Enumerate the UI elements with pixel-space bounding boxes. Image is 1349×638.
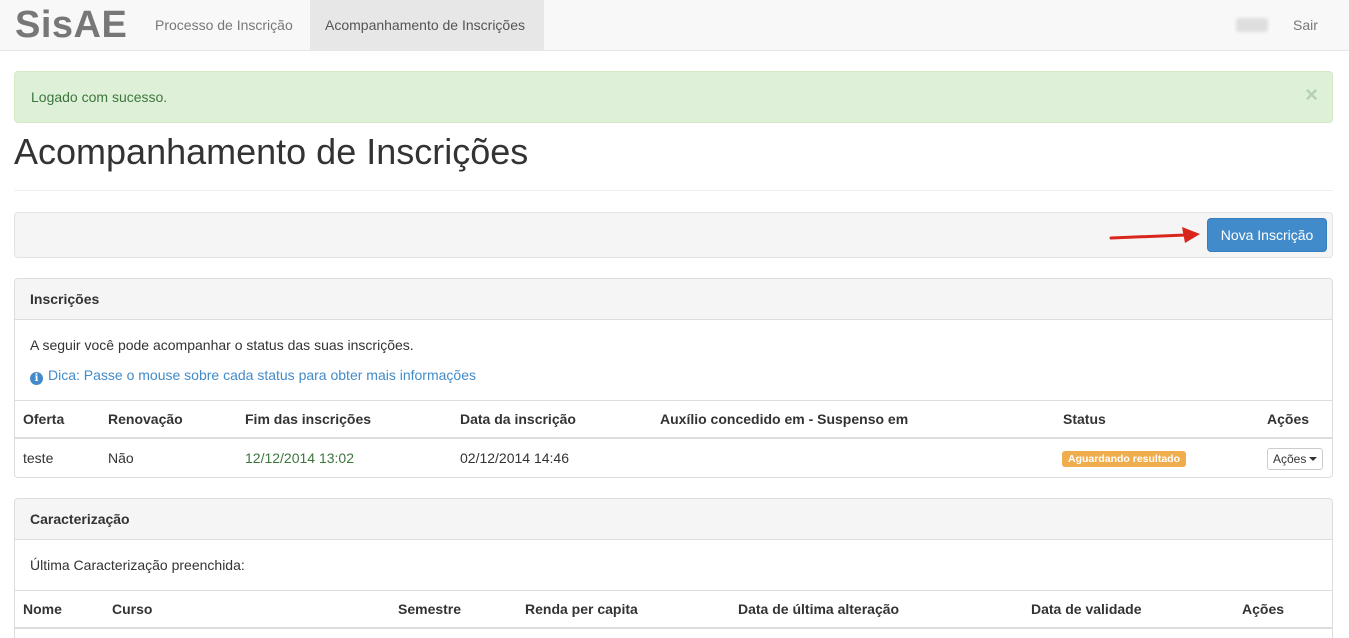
panel-caracterizacao: Caracterização Última Caracterização pre… [14,498,1333,638]
close-icon[interactable]: × [1305,84,1318,106]
page-header-divider [14,190,1333,191]
table-top-border [15,590,1332,591]
col-oferta: Oferta [23,411,65,427]
actions-dropdown-label: Ações [1273,452,1307,466]
logout-link[interactable]: Sair [1278,0,1333,50]
col-acoes: Ações [1242,601,1285,617]
red-arrow-icon [1109,227,1200,243]
col-data-ultima-alteracao: Data de última alteração [738,601,900,617]
cell-fim-inscricoes: 12/12/2014 13:02 [245,450,354,466]
col-renda-per-capita: Renda per capita [525,601,638,617]
info-icon: i [30,372,43,385]
actions-dropdown-button[interactable]: Ações [1267,448,1324,470]
inscricoes-tip: i Dica: Passe o mouse sobre cada status p… [30,367,476,385]
panel-heading-inscricoes: Inscrições [15,279,1332,320]
alert-message: Logado com sucesso. [31,89,168,105]
col-data-validade: Data de validade [1031,601,1142,617]
col-fim-inscricoes: Fim das inscrições [245,411,372,427]
user-name-blurred [1236,18,1268,32]
panel-heading-caracterizacao: Caracterização [15,499,1332,540]
caracterizacao-description: Última Caracterização preenchida: [30,557,245,573]
status-badge[interactable]: Aguardando resultado [1062,451,1187,467]
brand-logo[interactable]: SisAE [15,4,127,47]
caret-down-icon [1309,457,1318,461]
nav-processo-inscricao[interactable]: Processo de Inscrição [140,0,308,50]
table-header-border [15,627,1332,629]
success-alert: Logado com sucesso. × [14,71,1333,123]
cell-data-inscricao: 02/12/2014 14:46 [460,450,569,466]
table-top-border [15,400,1332,401]
col-renovacao: Renovação [108,411,183,427]
col-data-inscricao: Data da inscrição [460,411,576,427]
inscricoes-description: A seguir você pode acompanhar o status d… [30,337,414,353]
col-nome: Nome [23,601,62,617]
col-acoes: Ações [1267,411,1310,427]
tip-text: Dica: Passe o mouse sobre cada status pa… [48,367,476,383]
col-curso: Curso [112,601,153,617]
nav-acompanhamento-inscricoes[interactable]: Acompanhamento de Inscrições [310,0,544,50]
col-semestre: Semestre [398,601,462,617]
navbar: SisAE Processo de Inscrição Acompanhamen… [0,0,1349,51]
col-auxilio: Auxílio concedido em - Suspenso em [660,411,909,427]
col-status: Status [1063,411,1106,427]
panel-inscricoes: Inscrições A seguir você pode acompanhar… [14,278,1333,478]
table-header-border [15,437,1332,439]
page-title: Acompanhamento de Inscrições [14,131,529,172]
cell-oferta: teste [23,450,54,466]
new-inscription-button[interactable]: Nova Inscrição [1207,218,1327,252]
cell-renovacao: Não [108,450,134,466]
